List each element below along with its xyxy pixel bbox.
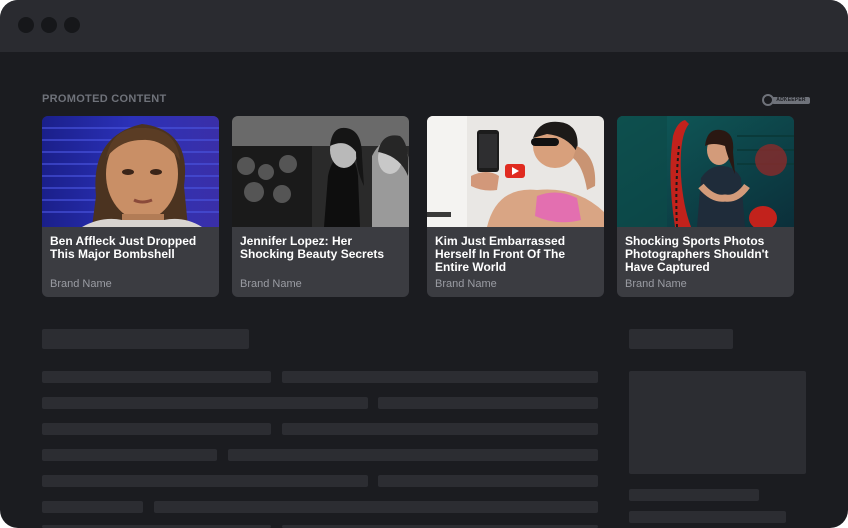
promo-card[interactable]: Kim Just Embarrassed Herself In Front Of…	[427, 116, 604, 297]
card-title[interactable]: Kim Just Embarrassed Herself In Front Of…	[435, 235, 601, 274]
card-brand: Brand Name	[50, 278, 112, 290]
card-title[interactable]: Shocking Sports Photos Photographers Sho…	[625, 235, 791, 274]
skeleton-sidebar-heading	[629, 329, 733, 349]
skeleton-line	[629, 489, 759, 501]
window-dot-icon[interactable]	[18, 17, 34, 33]
promo-card[interactable]: Ben Affleck Just Dropped This Major Bomb…	[42, 116, 219, 297]
skeleton-line	[282, 371, 598, 383]
skeleton-line	[282, 423, 598, 435]
card-title[interactable]: Jennifer Lopez: Her Shocking Beauty Secr…	[240, 235, 406, 261]
window-dot-icon[interactable]	[64, 17, 80, 33]
skeleton-line	[378, 475, 598, 487]
card-brand: Brand Name	[625, 278, 687, 290]
skeleton-line	[228, 449, 598, 461]
card-image[interactable]	[617, 116, 794, 227]
promo-card[interactable]: Jennifer Lopez: Her Shocking Beauty Secr…	[232, 116, 409, 297]
skeleton-line	[42, 397, 368, 409]
skeleton-line	[42, 475, 368, 487]
window-dot-icon[interactable]	[41, 17, 57, 33]
card-brand: Brand Name	[240, 278, 302, 290]
skeleton-line	[42, 371, 271, 383]
adkeeper-logo[interactable]: ADKEEPER	[762, 94, 810, 106]
skeleton-line	[629, 511, 786, 523]
skeleton-line	[42, 501, 143, 513]
card-image[interactable]	[427, 116, 604, 227]
title-bar	[0, 0, 848, 52]
promoted-content-label: PROMOTED CONTENT	[42, 93, 167, 105]
browser-window: PROMOTED CONTENT ADKEEPER Ben Affleck Ju…	[0, 0, 848, 528]
logo-text: ADKEEPER	[772, 97, 810, 104]
skeleton-sidebar-image	[629, 371, 806, 474]
skeleton-line	[42, 423, 271, 435]
skeleton-line	[378, 397, 598, 409]
skeleton-line	[42, 449, 217, 461]
card-image[interactable]	[42, 116, 219, 227]
card-image[interactable]	[232, 116, 409, 227]
card-title[interactable]: Ben Affleck Just Dropped This Major Bomb…	[50, 235, 216, 261]
promo-card[interactable]: Shocking Sports Photos Photographers Sho…	[617, 116, 794, 297]
skeleton-heading	[42, 329, 249, 349]
card-brand: Brand Name	[435, 278, 497, 290]
skeleton-line	[154, 501, 598, 513]
